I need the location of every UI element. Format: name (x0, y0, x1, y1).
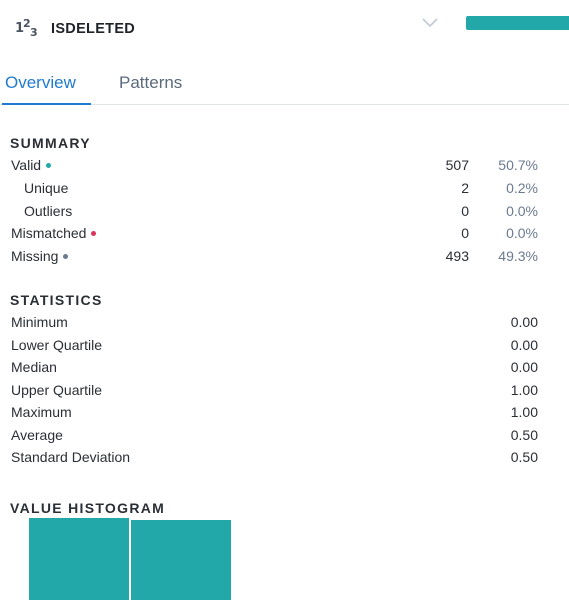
summary-row-count: 507 (445, 157, 469, 173)
chevron-down-icon[interactable] (420, 15, 440, 31)
statistics-row: Average 0.50 (0, 427, 569, 449)
numeric-type-icon: 1 2 3 (15, 17, 38, 39)
statistics-row-value: 0.00 (510, 314, 538, 330)
statistics-row-label: Standard Deviation (11, 449, 131, 465)
statistics-row-label: Minimum (11, 314, 68, 330)
statistics-row-value: 0.00 (510, 337, 538, 353)
histogram-bar[interactable] (131, 520, 231, 600)
summary-row-percent: 50.7% (498, 157, 538, 173)
histogram-title: VALUE HISTOGRAM (10, 500, 166, 516)
summary-row-count: 0 (461, 203, 469, 219)
valid-ratio-bar (466, 16, 569, 30)
summary-row-label: Valid (11, 157, 52, 173)
summary-row-count: 0 (461, 225, 469, 241)
summary-row-label: Missing (11, 248, 69, 264)
status-dot-icon (91, 230, 97, 236)
summary-row: Outliers 0 0.0% (0, 203, 569, 225)
statistics-row-value: 0.50 (510, 427, 538, 443)
statistics-row-label: Average (11, 427, 63, 443)
summary-row-percent: 0.0% (506, 203, 538, 219)
value-histogram (29, 518, 231, 600)
statistics-row-label: Median (11, 359, 57, 375)
summary-row-count: 493 (445, 248, 469, 264)
summary-row: Mismatched 0 0.0% (0, 225, 569, 247)
statistics-title: STATISTICS (10, 292, 103, 308)
summary-row: Unique 2 0.2% (0, 180, 569, 202)
summary-row-label: Mismatched (11, 225, 97, 241)
column-header: 1 2 3 ISDELETED (0, 0, 569, 60)
summary-row-percent: 0.2% (506, 180, 538, 196)
summary-row: Valid 507 50.7% (0, 157, 569, 179)
statistics-row-value: 1.00 (510, 404, 538, 420)
statistics-row-label: Lower Quartile (11, 337, 103, 353)
tab-bar: Overview Patterns (0, 62, 569, 105)
tab-overview[interactable]: Overview (5, 73, 76, 93)
statistics-row-label: Maximum (11, 404, 72, 420)
statistics-row: Median 0.00 (0, 359, 569, 381)
statistics-row-label: Upper Quartile (11, 382, 103, 398)
summary-row: Missing 493 49.3% (0, 248, 569, 270)
summary-row-label: Outliers (24, 203, 73, 219)
column-name: ISDELETED (51, 21, 136, 37)
histogram-bar[interactable] (29, 518, 129, 600)
status-dot-icon (63, 253, 69, 259)
summary-title: SUMMARY (10, 135, 91, 151)
statistics-row: Maximum 1.00 (0, 404, 569, 426)
summary-row-count: 2 (461, 180, 469, 196)
statistics-row-value: 1.00 (510, 382, 538, 398)
statistics-row-value: 0.50 (510, 449, 538, 465)
summary-row-percent: 0.0% (506, 225, 538, 241)
statistics-row-value: 0.00 (510, 359, 538, 375)
statistics-row: Standard Deviation 0.50 (0, 449, 569, 471)
statistics-row: Lower Quartile 0.00 (0, 337, 569, 359)
statistics-row: Minimum 0.00 (0, 314, 569, 336)
summary-row-percent: 49.3% (498, 248, 538, 264)
statistics-row: Upper Quartile 1.00 (0, 382, 569, 404)
tab-patterns[interactable]: Patterns (119, 73, 182, 93)
active-tab-indicator (2, 103, 91, 105)
summary-row-label: Unique (24, 180, 69, 196)
status-dot-icon (46, 162, 52, 168)
